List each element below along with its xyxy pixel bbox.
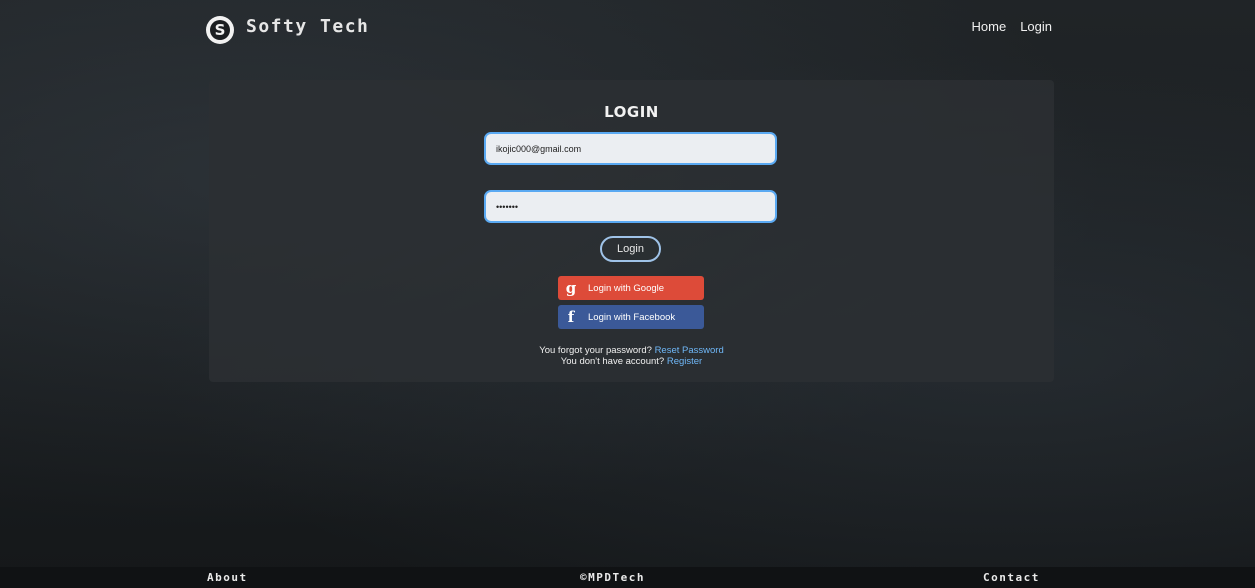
softy-tech-logo-icon[interactable]: S: [206, 16, 234, 44]
forgot-password-text: You forgot your password?: [539, 345, 652, 356]
nav-home-link[interactable]: Home: [972, 19, 1007, 34]
top-nav: Home Login: [972, 19, 1053, 34]
footer-copyright: ©MPDTech: [580, 571, 645, 584]
login-button[interactable]: Login: [600, 236, 661, 262]
email-field[interactable]: [484, 132, 777, 165]
reset-password-link[interactable]: Reset Password: [655, 345, 724, 356]
no-account-text: You don't have account?: [560, 356, 665, 367]
login-panel: LOGIN Login g Login with Google f Login …: [209, 80, 1054, 382]
password-field[interactable]: [484, 190, 777, 223]
google-login-label: Login with Google: [588, 282, 665, 294]
footer-about-link[interactable]: About: [207, 571, 248, 584]
google-icon: g: [565, 279, 577, 297]
facebook-icon: f: [567, 308, 575, 326]
forgot-password-line: You forgot your password? Reset Password: [209, 345, 1054, 356]
login-title: LOGIN: [604, 103, 659, 121]
register-line: You don't have account? Register: [209, 356, 1054, 367]
brand-title: Softy Tech: [246, 16, 370, 37]
register-link[interactable]: Register: [667, 356, 702, 367]
google-login-button[interactable]: g Login with Google: [558, 276, 704, 300]
footer: About ©MPDTech Contact: [0, 567, 1255, 588]
nav-login-link[interactable]: Login: [1020, 19, 1052, 34]
header: S Softy Tech Home Login: [0, 0, 1255, 60]
facebook-login-button[interactable]: f Login with Facebook: [558, 305, 704, 329]
footer-contact-link[interactable]: Contact: [983, 571, 1040, 584]
facebook-login-label: Login with Facebook: [588, 311, 676, 323]
